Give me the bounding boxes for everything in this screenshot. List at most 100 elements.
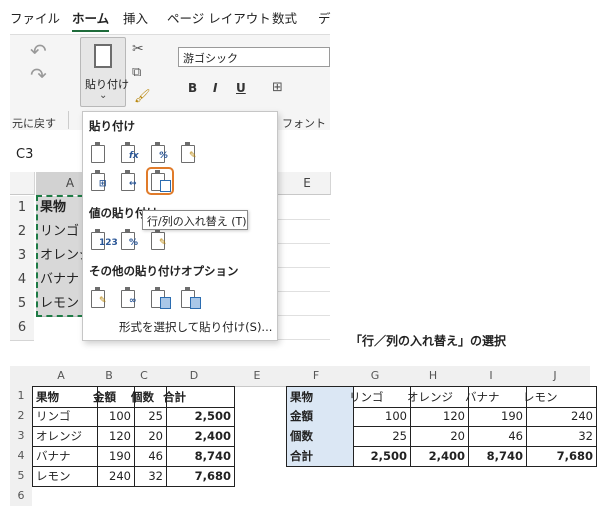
cell-a5[interactable]: レモン <box>32 466 98 487</box>
cell-a1[interactable]: 果物 <box>32 386 98 408</box>
column-header-e[interactable]: E <box>284 172 331 195</box>
paste-picture-icon[interactable] <box>149 287 171 309</box>
cell-f3[interactable]: 個数 <box>286 426 354 447</box>
cell-f2[interactable]: 金額 <box>286 406 354 427</box>
cell-a3[interactable]: オレンジ <box>32 426 98 447</box>
name-box[interactable]: C3 <box>10 144 70 166</box>
transpose-tooltip: 行/列の入れ替え (T) <box>142 210 248 230</box>
cell-d3[interactable]: 2,400 <box>160 426 235 447</box>
paste-transpose-icon[interactable] <box>146 167 174 195</box>
cell-g3[interactable]: 25 <box>346 426 411 447</box>
select-all-corner[interactable] <box>10 172 35 195</box>
undo-icon[interactable]: ↶ <box>30 39 47 63</box>
format-painter-icon[interactable]: 🖌 <box>134 89 151 104</box>
chevron-down-icon: ⌄ <box>99 90 108 101</box>
tab-file[interactable]: ファイル <box>10 8 60 27</box>
cell-a2[interactable]: リンゴ <box>32 406 98 427</box>
tab-page-layout[interactable]: ページ レイアウト <box>167 8 271 27</box>
row-number[interactable]: 5 <box>10 466 32 486</box>
cell-h2[interactable]: 120 <box>404 406 469 427</box>
column-header-e[interactable]: E <box>228 366 286 387</box>
select-all-corner[interactable] <box>10 366 32 387</box>
cell-d5[interactable]: 7,680 <box>160 466 235 487</box>
column-header-b[interactable]: B <box>90 366 128 387</box>
underline-button[interactable]: U <box>236 81 246 95</box>
cell-i2[interactable]: 190 <box>462 406 527 427</box>
cell-h1[interactable]: オレンジ <box>404 386 469 408</box>
cell-j2[interactable]: 240 <box>520 406 597 427</box>
ribbon-tabbar: ファイル ホーム 挿入 ページ レイアウト 数式 デ <box>10 8 331 32</box>
paste-link-icon[interactable]: ∞ <box>119 287 141 309</box>
paste-keep-source-formatting-icon[interactable]: ✎ <box>179 142 201 164</box>
cut-icon[interactable]: ✂ <box>132 41 144 57</box>
font-name-box[interactable]: 游ゴシック <box>178 47 330 67</box>
row-number[interactable]: 5 <box>10 292 34 317</box>
column-header-j[interactable]: J <box>520 366 590 387</box>
cell-i3[interactable]: 46 <box>462 426 527 447</box>
cell-f1[interactable]: 果物 <box>286 386 354 408</box>
column-header-f[interactable]: F <box>286 366 346 387</box>
cell-g2[interactable]: 100 <box>346 406 411 427</box>
cell-d4[interactable]: 8,740 <box>160 446 235 467</box>
row-number[interactable]: 2 <box>10 220 34 245</box>
cell-f4[interactable]: 合計 <box>286 446 354 467</box>
redo-icon[interactable]: ↷ <box>30 63 47 87</box>
row-number[interactable]: 6 <box>10 486 32 506</box>
cell-h3[interactable]: 20 <box>404 426 469 447</box>
column-header-a[interactable]: A <box>32 366 90 387</box>
lower-worksheet: A B C D E F G H I J 1 2 3 4 5 6 果物 金額 個数… <box>10 366 597 506</box>
paste-special-link[interactable]: 形式を選択して貼り付け(S)... <box>119 319 272 335</box>
row-number[interactable]: 3 <box>10 244 34 269</box>
paste-formulas-number-format-icon[interactable]: % <box>149 142 171 164</box>
paste-values-number-format-icon[interactable]: % <box>119 229 141 251</box>
cell-i1[interactable]: バナナ <box>462 386 527 408</box>
border-icon[interactable]: ⊞ <box>272 80 283 95</box>
column-header-d[interactable]: D <box>160 366 228 387</box>
font-group-label: フォント <box>282 117 326 130</box>
paste-values-icon[interactable]: 123 <box>89 229 118 251</box>
row-number[interactable]: 4 <box>10 446 32 466</box>
other-paste-options-row: ✎ ∞ <box>89 287 201 309</box>
cell-a4[interactable]: バナナ <box>32 446 98 467</box>
column-header-g[interactable]: G <box>346 366 404 387</box>
cell-j4[interactable]: 7,680 <box>520 446 597 467</box>
italic-button[interactable]: I <box>213 81 217 95</box>
row-number[interactable]: 6 <box>10 316 34 341</box>
tab-home[interactable]: ホーム <box>72 8 110 32</box>
paste-linked-picture-icon[interactable] <box>179 287 201 309</box>
cell-j1[interactable]: レモン <box>520 386 597 408</box>
paste-options-row-2: ⊞ ↔ <box>89 167 174 195</box>
paste-no-borders-icon[interactable]: ⊞ <box>89 170 111 192</box>
cell-h4[interactable]: 2,400 <box>404 446 469 467</box>
paste-formatting-icon[interactable]: ✎ <box>89 287 111 309</box>
tab-insert[interactable]: 挿入 <box>123 8 148 27</box>
undo-group-label: 元に戻す <box>12 117 56 130</box>
cell-g1[interactable]: リンゴ <box>346 386 411 408</box>
row-number[interactable]: 1 <box>10 386 32 406</box>
paste-icon[interactable] <box>89 142 111 164</box>
bold-button[interactable]: B <box>188 81 197 95</box>
row-number[interactable]: 3 <box>10 426 32 446</box>
row-number[interactable]: 4 <box>10 268 34 293</box>
caption: 「行／列の入れ替え」の選択 <box>350 334 507 348</box>
column-header-c[interactable]: C <box>128 366 160 387</box>
cell-g4[interactable]: 2,500 <box>346 446 411 467</box>
row-number[interactable]: 2 <box>10 406 32 426</box>
tab-formulas[interactable]: 数式 <box>272 8 297 27</box>
cell-d1[interactable]: 合計 <box>160 386 235 408</box>
cell-d2[interactable]: 2,500 <box>160 406 235 427</box>
copy-icon[interactable]: ⧉ <box>132 65 141 80</box>
column-header-h[interactable]: H <box>404 366 462 387</box>
other-paste-options-header: その他の貼り付けオプション <box>89 264 239 278</box>
paste-values-source-formatting-icon[interactable]: ✎ <box>149 229 171 251</box>
paste-keep-column-widths-icon[interactable]: ↔ <box>119 170 141 192</box>
row-number[interactable]: 1 <box>10 196 34 221</box>
paste-formulas-icon[interactable]: fx <box>119 142 141 164</box>
group-divider <box>68 111 69 129</box>
cell-j3[interactable]: 32 <box>520 426 597 447</box>
column-header-i[interactable]: I <box>462 366 520 387</box>
paste-options-row-1: fx % ✎ <box>89 142 201 164</box>
paste-button[interactable]: 貼り付け ⌄ <box>80 37 129 107</box>
cell-i4[interactable]: 8,740 <box>462 446 527 467</box>
tab-data[interactable]: デ <box>318 8 331 27</box>
